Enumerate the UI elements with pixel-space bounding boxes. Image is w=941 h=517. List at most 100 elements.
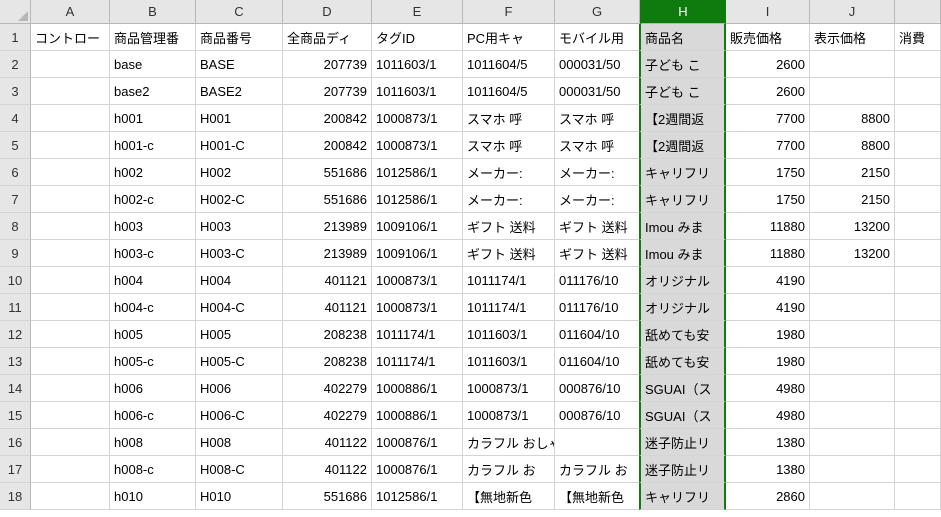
cell-F10[interactable]: 1011174/1	[463, 267, 555, 294]
cell-A11[interactable]	[31, 294, 110, 321]
cell-J10[interactable]	[810, 267, 895, 294]
cell-E12[interactable]: 1011174/1	[372, 321, 463, 348]
cell-A17[interactable]	[31, 456, 110, 483]
cell-I14[interactable]: 4980	[726, 375, 810, 402]
cell-partial-8[interactable]	[895, 213, 941, 240]
cell-G17[interactable]: カラフル お	[555, 456, 640, 483]
column-header-E[interactable]: E	[372, 0, 463, 24]
cell-partial-13[interactable]	[895, 348, 941, 375]
cell-B2[interactable]: base	[110, 51, 196, 78]
cell-J3[interactable]	[810, 78, 895, 105]
row-header-17[interactable]: 17	[0, 456, 31, 483]
cell-E5[interactable]: 1000873/1	[372, 132, 463, 159]
cell-D9[interactable]: 213989	[283, 240, 372, 267]
row-header-2[interactable]: 2	[0, 51, 31, 78]
cell-D14[interactable]: 402279	[283, 375, 372, 402]
cell-partial-2[interactable]	[895, 51, 941, 78]
column-header-G[interactable]: G	[555, 0, 640, 24]
cell-G4[interactable]: スマホ 呼	[555, 105, 640, 132]
cell-B12[interactable]: h005	[110, 321, 196, 348]
header-cell-C[interactable]: 商品番号	[196, 24, 283, 51]
cell-F4[interactable]: スマホ 呼	[463, 105, 555, 132]
cell-B9[interactable]: h003-c	[110, 240, 196, 267]
cell-D5[interactable]: 200842	[283, 132, 372, 159]
cell-E8[interactable]: 1009106/1	[372, 213, 463, 240]
cell-E15[interactable]: 1000886/1	[372, 402, 463, 429]
cell-F8[interactable]: ギフト 送料	[463, 213, 555, 240]
row-header-5[interactable]: 5	[0, 132, 31, 159]
row-header-16[interactable]: 16	[0, 429, 31, 456]
cell-J8[interactable]: 13200	[810, 213, 895, 240]
cell-G3[interactable]: 000031/50	[555, 78, 640, 105]
cell-partial-12[interactable]	[895, 321, 941, 348]
cell-E6[interactable]: 1012586/1	[372, 159, 463, 186]
cell-F12[interactable]: 1011603/1	[463, 321, 555, 348]
cell-H3[interactable]: 子ども こ	[639, 78, 726, 105]
cell-partial-14[interactable]	[895, 375, 941, 402]
cell-F16[interactable]: カラフル おしゃれ か	[463, 429, 555, 456]
cell-C12[interactable]: H005	[196, 321, 283, 348]
cell-A6[interactable]	[31, 159, 110, 186]
cell-C8[interactable]: H003	[196, 213, 283, 240]
cell-J6[interactable]: 2150	[810, 159, 895, 186]
header-cell-D[interactable]: 全商品ディ	[283, 24, 372, 51]
cell-E14[interactable]: 1000886/1	[372, 375, 463, 402]
cell-partial-7[interactable]	[895, 186, 941, 213]
cell-A4[interactable]	[31, 105, 110, 132]
column-header-A[interactable]: A	[31, 0, 110, 24]
cell-I3[interactable]: 2600	[726, 78, 810, 105]
cell-A18[interactable]	[31, 483, 110, 510]
cell-A2[interactable]	[31, 51, 110, 78]
cell-partial-6[interactable]	[895, 159, 941, 186]
column-header-D[interactable]: D	[283, 0, 372, 24]
cell-F6[interactable]: メーカー:	[463, 159, 555, 186]
cell-G14[interactable]: 000876/10	[555, 375, 640, 402]
cell-J5[interactable]: 8800	[810, 132, 895, 159]
cell-D8[interactable]: 213989	[283, 213, 372, 240]
cell-B6[interactable]: h002	[110, 159, 196, 186]
cell-E17[interactable]: 1000876/1	[372, 456, 463, 483]
cell-B11[interactable]: h004-c	[110, 294, 196, 321]
cell-C17[interactable]: H008-C	[196, 456, 283, 483]
cell-H8[interactable]: Imou みま	[639, 213, 726, 240]
column-header-C[interactable]: C	[196, 0, 283, 24]
cell-E4[interactable]: 1000873/1	[372, 105, 463, 132]
cell-G11[interactable]: 011176/10	[555, 294, 640, 321]
cell-partial-16[interactable]	[895, 429, 941, 456]
cell-C11[interactable]: H004-C	[196, 294, 283, 321]
cell-C13[interactable]: H005-C	[196, 348, 283, 375]
header-cell-A[interactable]: コントロー	[31, 24, 110, 51]
cell-C7[interactable]: H002-C	[196, 186, 283, 213]
cell-E2[interactable]: 1011603/1	[372, 51, 463, 78]
cell-I13[interactable]: 1980	[726, 348, 810, 375]
cell-C10[interactable]: H004	[196, 267, 283, 294]
header-cell-J[interactable]: 表示価格	[810, 24, 895, 51]
cell-J4[interactable]: 8800	[810, 105, 895, 132]
cell-F7[interactable]: メーカー:	[463, 186, 555, 213]
cell-D3[interactable]: 207739	[283, 78, 372, 105]
cell-A16[interactable]	[31, 429, 110, 456]
cell-E3[interactable]: 1011603/1	[372, 78, 463, 105]
cell-partial-15[interactable]	[895, 402, 941, 429]
column-header-J[interactable]: J	[810, 0, 895, 24]
cell-E7[interactable]: 1012586/1	[372, 186, 463, 213]
cell-D16[interactable]: 401122	[283, 429, 372, 456]
cell-partial-5[interactable]	[895, 132, 941, 159]
cell-J12[interactable]	[810, 321, 895, 348]
cell-F2[interactable]: 1011604/5	[463, 51, 555, 78]
cell-D10[interactable]: 401121	[283, 267, 372, 294]
cell-B5[interactable]: h001-c	[110, 132, 196, 159]
cell-partial-10[interactable]	[895, 267, 941, 294]
column-header-F[interactable]: F	[463, 0, 555, 24]
cell-E11[interactable]: 1000873/1	[372, 294, 463, 321]
cell-C18[interactable]: H010	[196, 483, 283, 510]
cell-J13[interactable]	[810, 348, 895, 375]
row-header-1[interactable]: 1	[0, 24, 31, 51]
cell-I15[interactable]: 4980	[726, 402, 810, 429]
cell-H16[interactable]: 迷子防止リ	[639, 429, 726, 456]
cell-D11[interactable]: 401121	[283, 294, 372, 321]
cell-F11[interactable]: 1011174/1	[463, 294, 555, 321]
cell-H18[interactable]: キャリフリ	[639, 483, 726, 510]
row-header-9[interactable]: 9	[0, 240, 31, 267]
cell-G16[interactable]	[555, 429, 640, 456]
